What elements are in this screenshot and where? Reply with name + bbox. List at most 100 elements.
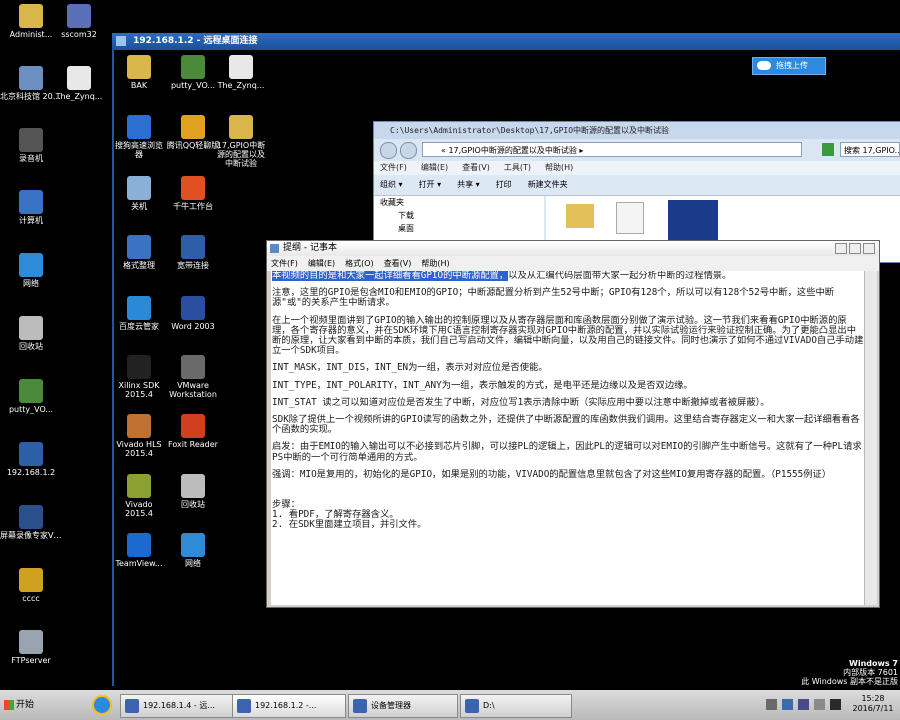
taskbar-item[interactable]: 设备管理器 [348, 694, 458, 718]
remote-desktop-icon[interactable]: Foxit Reader [166, 414, 220, 449]
remote-icon-image [127, 414, 151, 438]
desktop-icon-image [19, 66, 43, 90]
remote-desktop-icon[interactable]: Word 2003 [166, 296, 220, 331]
remote-desktop-icon[interactable]: BAK [112, 55, 166, 90]
remote-desktop-icon[interactable]: Vivado HLS 2015.4 [112, 414, 166, 458]
remote-desktop-icon[interactable]: The_Zynq... [214, 55, 268, 90]
close-button[interactable] [863, 243, 875, 254]
remote-desktop-icon[interactable]: 百度云管家 [112, 296, 166, 331]
desktop-icon[interactable]: 录音机 [0, 128, 62, 163]
cloud-icon [757, 61, 771, 70]
remote-desktop-icon[interactable]: 网络 [166, 533, 220, 568]
notepad-scrollbar[interactable] [864, 271, 877, 605]
remote-desktop-icon[interactable]: VMware Workstation [166, 355, 220, 399]
explorer-menu-item[interactable]: 文件(F) [380, 163, 407, 172]
explorer-menu-item[interactable]: 工具(T) [504, 163, 531, 172]
desktop-icon[interactable]: cccc [0, 568, 62, 603]
explorer-toolbar: 组织 ▾ 打开 ▾ 共享 ▾ 打印 新建文件夹 [374, 175, 900, 196]
notepad-menu-item[interactable]: 格式(O) [345, 259, 374, 268]
remote-desktop-icon[interactable]: Xilinx SDK 2015.4 [112, 355, 166, 399]
remote-icon-label: 腾讯QQ轻聊版 [166, 141, 220, 150]
notepad-menu-item[interactable]: 编辑(E) [308, 259, 335, 268]
tray-icon[interactable] [814, 699, 825, 710]
desktop-icon[interactable]: 屏幕录像专家V7.5 [0, 505, 62, 540]
remote-desktop-icon[interactable]: Vivado 2015.4 [112, 474, 166, 518]
remote-icon-label: 千牛工作台 [173, 202, 213, 211]
volume-icon[interactable] [830, 699, 841, 710]
upload-button[interactable]: 拖拽上传 [752, 57, 826, 75]
notepad-titlebar[interactable]: 提纲 - 记事本 [267, 241, 879, 256]
remote-desktop-icon[interactable]: 回收站 [166, 474, 220, 509]
address-bar[interactable]: « 17,GPIO中断源的配置以及中断试验 ▸ [422, 142, 802, 157]
remote-desktop-icon[interactable]: 千牛工作台 [166, 176, 220, 211]
tray-icon[interactable] [782, 699, 793, 710]
folder-icon[interactable] [566, 204, 594, 228]
explorer-sidebar-item[interactable]: 下载 [374, 209, 544, 222]
desktop-icon[interactable]: FTPserver [0, 630, 62, 665]
explorer-toolbar-button[interactable]: 共享 ▾ [457, 180, 480, 189]
document-icon[interactable] [616, 202, 644, 234]
network-icon[interactable] [798, 699, 809, 710]
back-button[interactable] [380, 142, 397, 159]
taskbar-item-label: D:\ [483, 701, 495, 710]
desktop-icon-image [19, 128, 43, 152]
remote-desktop-icon[interactable]: TeamView... [112, 533, 166, 568]
remote-desktop-icon[interactable]: 宽带连接 [166, 235, 220, 270]
explorer-menu-item[interactable]: 帮助(H) [545, 163, 573, 172]
desktop-icon[interactable]: 网络 [0, 253, 62, 288]
desktop-icon[interactable]: 计算机 [0, 190, 62, 225]
remote-icon-label: Foxit Reader [168, 440, 218, 449]
remote-icon-label: Vivado 2015.4 [125, 500, 153, 518]
desktop-icon[interactable]: sscom32 [48, 4, 110, 39]
remote-icon-image [127, 533, 151, 557]
tray-icon[interactable] [766, 699, 777, 710]
remote-desktop-icon[interactable]: 17,GPIO中断源的配置以及中断试验 [214, 115, 268, 168]
desktop-icon[interactable]: 回收站 [0, 316, 62, 351]
explorer-sidebar-item[interactable]: 桌面 [374, 222, 544, 235]
notepad-paragraph: 强调：MIO是复用的，初始化的是GPIO，如果是别的功能，VIVADO的配置信息… [272, 468, 832, 480]
notepad-menu-item[interactable]: 帮助(H) [421, 259, 449, 268]
taskbar-item[interactable]: D:\ [460, 694, 572, 718]
explorer-menu-item[interactable]: 编辑(E) [421, 163, 448, 172]
forward-button[interactable] [400, 142, 417, 159]
remote-icon-label: BAK [130, 81, 148, 90]
desktop-icon-label: 屏幕录像专家V7.5 [0, 531, 62, 540]
selected-file-icon[interactable] [668, 200, 718, 240]
explorer-search-input[interactable]: 搜索 17,GPIO... [840, 142, 900, 157]
remote-icon-image [127, 115, 151, 139]
explorer-toolbar-button[interactable]: 打印 [496, 180, 512, 189]
maximize-button[interactable] [849, 243, 861, 254]
desktop-icon[interactable]: The_Zynq... [48, 66, 110, 101]
explorer-sidebar-item[interactable]: 收藏夹 [374, 196, 544, 209]
taskbar-item[interactable]: 192.168.1.2 -... [232, 694, 346, 718]
remote-desktop-titlebar[interactable]: 192.168.1.2 - 远程桌面连接 [112, 33, 900, 50]
explorer-toolbar-button[interactable]: 新建文件夹 [528, 180, 568, 189]
taskbar-item-icon [353, 699, 367, 713]
taskbar: 开始 192.168.1.4 - 远... 192.168.1.2 -... 设备管… [0, 690, 900, 720]
clock[interactable]: 15:28 2016/7/11 [850, 694, 896, 714]
remote-desktop-icon[interactable]: 腾讯QQ轻聊版 [166, 115, 220, 150]
remote-icon-label: putty_VO... [170, 81, 216, 90]
notepad-menu-item[interactable]: 文件(F) [271, 259, 298, 268]
remote-desktop-icon[interactable]: 搜狗高速浏览器 [112, 115, 166, 159]
start-button[interactable]: 开始 [2, 695, 40, 715]
desktop-icon[interactable]: 192.168.1.2 [0, 442, 62, 477]
remote-desktop-icon[interactable]: 关机 [112, 176, 166, 211]
remote-icon-image [127, 235, 151, 259]
explorer-navbar: « 17,GPIO中断源的配置以及中断试验 ▸ 搜索 17,GPIO... [374, 139, 900, 161]
remote-desktop-icon[interactable]: putty_VO... [166, 55, 220, 90]
notepad-text-area[interactable]: 本视频的目的是和大家一起详细看看GPIO的中断源配置，以及从汇编代码层面带大家一… [271, 271, 865, 605]
notepad-paragraph: 在上一个视频里面讲到了GPIO的输入输出的控制原理以及从寄存器层面和库函数层面分… [272, 314, 864, 357]
desktop-icon[interactable]: putty_VO... [0, 379, 62, 414]
explorer-menu-item[interactable]: 查看(V) [462, 163, 490, 172]
notepad-menu-item[interactable]: 查看(V) [384, 259, 412, 268]
explorer-toolbar-button[interactable]: 组织 ▾ [380, 180, 403, 189]
ie-icon[interactable] [92, 695, 112, 715]
minimize-button[interactable] [835, 243, 847, 254]
refresh-button[interactable] [822, 143, 834, 156]
explorer-title[interactable]: C:\Users\Administrator\Desktop\17,GPIO中断… [374, 122, 900, 139]
remote-desktop-icon[interactable]: 格式整理 [112, 235, 166, 270]
explorer-toolbar-button[interactable]: 打开 ▾ [419, 180, 442, 189]
desktop-icon-label: The_Zynq... [55, 92, 103, 101]
taskbar-item[interactable]: 192.168.1.4 - 远... [120, 694, 234, 718]
